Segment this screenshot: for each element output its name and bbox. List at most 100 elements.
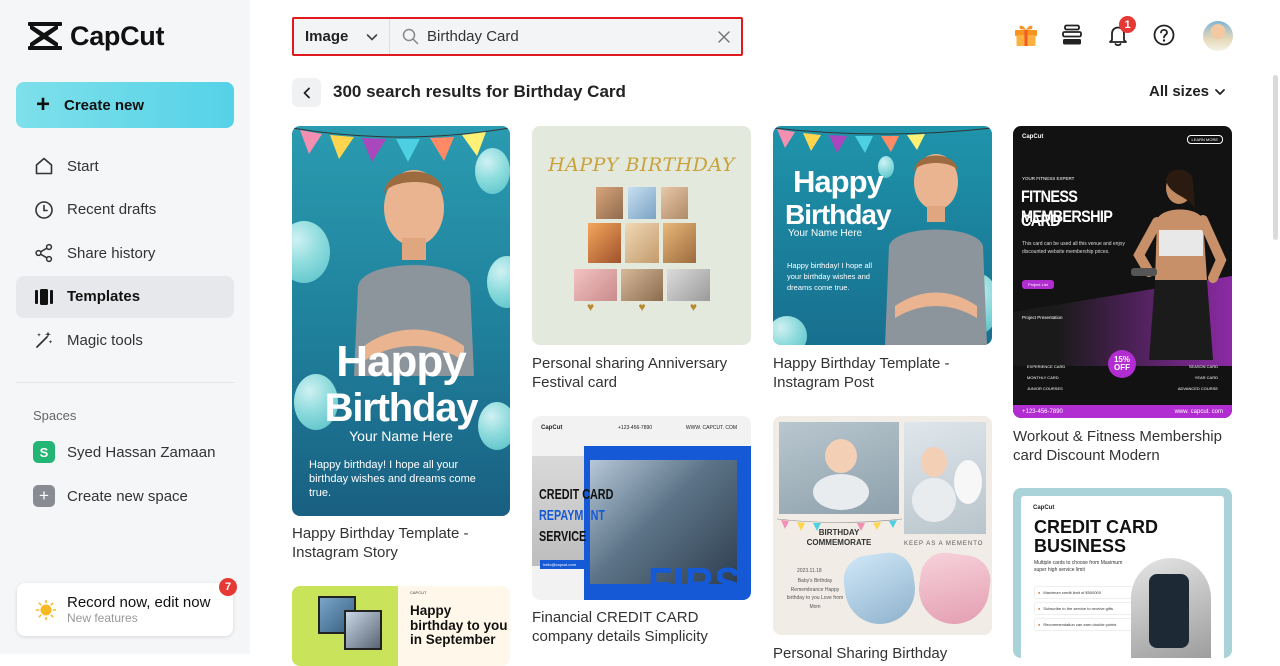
card-title: HAPPY BIRTHDAY xyxy=(548,154,735,176)
card-tagline: YOUR FITNESS EXPERT xyxy=(1022,176,1075,181)
card-title: SERVICE xyxy=(539,528,587,545)
template-card-1[interactable]: Happy Birthday Your Name Here Happy birt… xyxy=(292,126,510,516)
card-body: Multiple cards to choose from Maximum su… xyxy=(1034,560,1123,573)
card-title: Happy xyxy=(336,337,466,386)
back-button[interactable] xyxy=(292,78,321,107)
card-label-line: BIRTHDAY xyxy=(818,528,860,537)
app-name: CapCut xyxy=(70,20,165,51)
chevron-left-icon xyxy=(303,87,310,98)
baby-photo xyxy=(779,422,899,514)
heart-icon: ♥ xyxy=(638,300,646,314)
card-title: CREDIT CARD xyxy=(1034,517,1158,537)
all-sizes-dropdown[interactable]: All sizes xyxy=(1149,83,1226,100)
template-caption[interactable]: Financial CREDIT CARD company details Si… xyxy=(532,608,751,646)
card-title: Happy birthday to you in September xyxy=(410,603,508,647)
plus-icon: + xyxy=(33,485,55,507)
chevron-down-icon xyxy=(1215,88,1225,95)
sidebar-item-label: Start xyxy=(67,157,99,175)
template-card-4[interactable]: CapCut LEARN MORE YOUR FITNESS EXPERT FI… xyxy=(1013,126,1232,418)
record-now-banner[interactable]: Record now, edit now New features 7 xyxy=(17,578,237,636)
sidebar-item-share-history[interactable]: Share history xyxy=(16,232,234,274)
card-title: Birthday xyxy=(324,386,479,430)
feature-dot-icon: ● xyxy=(1038,622,1041,627)
template-caption[interactable]: Personal sharing Anniversary Festival ca… xyxy=(532,354,751,392)
card-site: www. capcut. com xyxy=(1174,408,1223,415)
record-title: Record now, edit now xyxy=(67,594,211,611)
template-card-2[interactable]: HAPPY BIRTHDAY ♥ ♥ ♥ xyxy=(532,126,751,345)
template-caption[interactable]: Happy Birthday Template - Instagram Post xyxy=(773,354,992,392)
clock-icon xyxy=(35,200,53,219)
capcut-logo[interactable]: CapCut xyxy=(28,20,165,52)
sidebar: CapCut + Create new Start Recent drafts … xyxy=(0,0,250,654)
discount-label: OFF xyxy=(1114,363,1130,372)
card-tagline: KEEP AS A MEMENTO xyxy=(904,541,984,547)
list-item: JUNIOR COURSES xyxy=(1027,386,1063,391)
card-title: CARD xyxy=(1021,211,1061,230)
card-label-line: COMMEMORATE xyxy=(806,538,872,547)
search-type-dropdown[interactable]: Image xyxy=(294,19,390,54)
notifications-badge: 1 xyxy=(1119,16,1136,33)
feature-item: ● Recommendation can earn double points xyxy=(1034,618,1134,631)
space-avatar: S xyxy=(33,441,55,463)
template-card-7[interactable]: CAPCUT Happy birthday to you in Septembe… xyxy=(292,586,510,666)
clear-search-button[interactable] xyxy=(707,30,741,44)
baby-figure xyxy=(912,447,982,522)
record-text: Record now, edit now New features xyxy=(67,594,217,625)
magic-wand-icon xyxy=(36,331,53,348)
card-brand: CAPCUT xyxy=(410,590,427,595)
baby-photo xyxy=(904,422,986,534)
photo-row xyxy=(574,269,711,301)
feature-item: ● Maximum credit limit of $500000 xyxy=(1034,586,1134,599)
layers-icon xyxy=(1062,24,1082,45)
help-button[interactable] xyxy=(1150,20,1178,50)
card-site: WWW. CAPCUT. COM xyxy=(685,425,737,431)
card-title: Happy xyxy=(793,164,884,199)
template-caption[interactable]: Workout & Fitness Membership card Discou… xyxy=(1013,427,1232,465)
search-input[interactable]: Birthday Card xyxy=(390,28,707,45)
list-item: ADVANCED COURSE xyxy=(1177,386,1218,391)
card-phone: +123-456-7890 xyxy=(618,425,653,431)
sidebar-item-recent-drafts[interactable]: Recent drafts xyxy=(16,189,234,231)
home-icon xyxy=(35,157,53,175)
gift-icon xyxy=(1015,25,1037,46)
heart-icon: ♥ xyxy=(689,300,697,314)
card-title: Birthday xyxy=(785,199,892,230)
sidebar-item-start[interactable]: Start xyxy=(16,145,234,187)
gift-button[interactable] xyxy=(1012,20,1040,50)
sidebar-item-label: Magic tools xyxy=(67,331,143,349)
card-cta: LEARN MORE xyxy=(1186,135,1223,144)
balloon-decoration xyxy=(773,316,807,345)
scrollbar[interactable] xyxy=(1273,75,1278,240)
template-card-3[interactable]: Happy Birthday Your Name Here Happy birt… xyxy=(773,126,992,345)
feature-dot-icon: ● xyxy=(1038,590,1041,595)
sidebar-item-templates[interactable]: Templates xyxy=(16,275,234,318)
storage-button[interactable] xyxy=(1058,20,1086,50)
space-item-personal[interactable]: S Syed Hassan Zamaan xyxy=(33,441,215,463)
template-caption[interactable]: Happy Birthday Template - Instagram Stor… xyxy=(292,524,510,562)
heart-row: ♥ ♥ ♥ xyxy=(587,300,697,314)
plus-icon: + xyxy=(36,91,51,118)
template-card-5[interactable]: CapCut +123-456-7890 WWW. CAPCUT. COM CR… xyxy=(532,416,751,600)
create-space-button[interactable]: + Create new space xyxy=(33,485,188,507)
feature-item: ● Subscribe to the service to receive gif… xyxy=(1034,602,1134,615)
membership-list-right: SEASON CARD YEAR CARD ADVANCED COURSE xyxy=(1178,361,1218,394)
sidebar-item-magic-tools[interactable]: Magic tools xyxy=(16,319,234,361)
create-new-button[interactable]: + Create new xyxy=(16,82,234,128)
card-body: Happy birthday! I hope all your birthday… xyxy=(787,261,873,292)
avatar[interactable] xyxy=(1203,21,1233,51)
template-card-8[interactable]: CapCut CREDIT CARD BUSINESS Multiple car… xyxy=(1013,488,1232,658)
search-icon xyxy=(402,28,419,45)
discount-badge: 15% OFF xyxy=(1108,350,1136,378)
list-item: SEASON CARD xyxy=(1188,364,1218,369)
card-body: Happy birthday! I hope all your birthday… xyxy=(309,459,476,499)
card-email: hello@capcut.com xyxy=(540,560,588,569)
photo-row xyxy=(588,223,696,263)
card-title: CREDIT CARD xyxy=(539,486,614,503)
template-card-6[interactable]: BIRTHDAY COMMEMORATE KEEP AS A MEMENTO 2… xyxy=(773,416,992,635)
list-item: EXPERIENCE CARD xyxy=(1027,364,1066,369)
search-type-label: Image xyxy=(305,28,349,45)
heart-icon: ♥ xyxy=(587,300,595,314)
card-name: Your Name Here xyxy=(788,228,863,239)
search-query: Birthday Card xyxy=(427,28,519,45)
card-brand: CapCut xyxy=(1033,505,1055,511)
